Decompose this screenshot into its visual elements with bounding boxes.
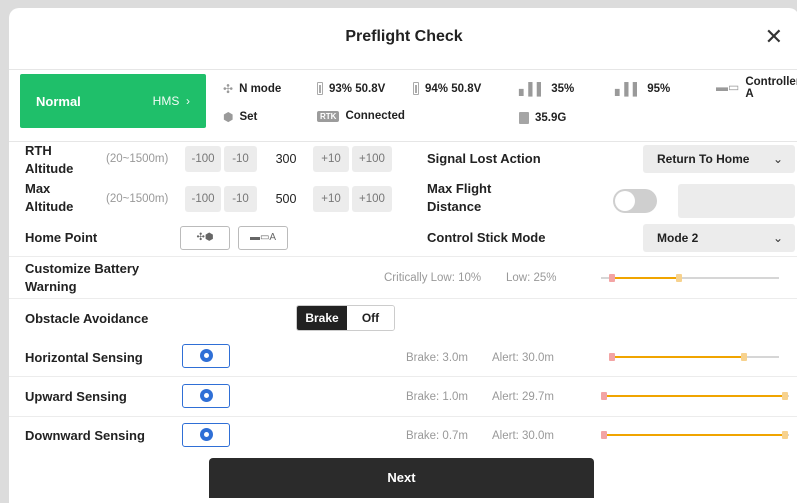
critical-low-handle[interactable] [609,274,615,282]
signal-bars-icon: ▖▌▌ [519,82,546,96]
sd-card-icon [519,112,529,124]
toggle-knob [615,191,635,211]
hms-label: HMS › [152,94,190,108]
chevron-down-icon: ⌄ [772,231,783,245]
brake-option[interactable]: Brake [297,306,347,330]
upward-sensing-slider[interactable] [601,390,789,402]
upward-alert-value: Alert: 29.7m [492,391,554,403]
max-flight-distance-toggle[interactable] [613,189,657,213]
title-bar: Preflight Check ✕ [9,8,797,70]
horizontal-sensing-slider[interactable] [609,351,779,363]
obstacle-avoidance-switch: Brake Off [296,305,395,331]
battery-icon [317,82,323,95]
slider-fill [612,356,744,358]
battery-warning-slider[interactable] [601,272,779,284]
downward-alert-value: Alert: 30.0m [492,430,554,442]
rth-minus-100-button[interactable]: -100 [185,146,221,172]
low-value: Low: 25% [506,272,557,284]
next-button[interactable]: Next [209,458,594,498]
storage-status: 35.9G [519,112,566,124]
horizontal-sensing-button[interactable] [182,344,230,368]
controller-status: ▬▭ Controller A [716,76,797,100]
location-pin-icon: ⬢ [223,110,234,124]
status-area: Normal HMS › ✣ N mode ⬢ Set 93% 50.8V RT… [9,70,797,142]
aircraft-battery-status: 93% 50.8V [317,82,385,95]
max-altitude-label: Max Altitude [25,181,74,214]
max-altitude-range: (20~1500m) [106,193,169,205]
battery-warning-label: Customize Battery Warning [25,261,140,294]
divider [9,298,797,299]
rth-altitude-label: RTH Altitude [25,143,74,176]
divider [9,376,797,377]
obstacle-avoidance-label: Obstacle Avoidance [25,311,149,326]
hms-status-button[interactable]: Normal HMS › [20,74,206,128]
max-alt-minus-10-button[interactable]: -10 [224,186,257,212]
alert-handle[interactable] [741,353,747,361]
home-point-label: Home Point [25,230,98,245]
control-stick-mode-label: Control Stick Mode [427,230,546,245]
max-flight-distance-input[interactable] [678,184,795,218]
rc-battery-status: 94% 50.8V [413,82,481,95]
divider [9,416,797,417]
slider-fill [604,395,784,397]
rth-plus-100-button[interactable]: +100 [352,146,392,172]
close-icon[interactable]: ✕ [765,22,783,52]
alert-handle[interactable] [782,392,788,400]
radar-icon [200,389,213,402]
status-mode-label: Normal [36,94,81,109]
horizontal-sensing-label: Horizontal Sensing [25,350,143,365]
downward-sensing-label: Downward Sensing [25,428,145,443]
signal-lost-action-label: Signal Lost Action [427,151,541,166]
battery-icon [413,82,419,95]
max-alt-plus-100-button[interactable]: +100 [352,186,392,212]
critical-low-value: Critically Low: 10% [384,272,482,284]
max-altitude-value[interactable]: 500 [263,186,309,212]
max-flight-distance-label: Max Flight Distance [427,181,492,214]
divider [9,256,797,257]
rth-altitude-value[interactable]: 300 [263,146,309,172]
controller-icon: ▬▭ [716,80,740,94]
rth-plus-10-button[interactable]: +10 [313,146,349,172]
aircraft-location-icon: ✣⬢ [196,232,214,243]
downward-sensing-slider[interactable] [601,429,789,441]
page-title: Preflight Check [345,28,463,45]
brake-handle[interactable] [609,353,615,361]
radar-icon [200,349,213,362]
rth-minus-10-button[interactable]: -10 [224,146,257,172]
controller-icon: ▬▭ [249,232,270,243]
slider-fill [612,277,679,279]
chevron-right-icon: › [186,94,190,108]
signal-status-2: ▖▌▌ 95% [615,82,671,96]
set-home-controller-button[interactable]: ▬▭A [238,226,288,250]
flight-mode-status: ✣ N mode [223,82,282,96]
rtk-icon: RTK [317,110,340,122]
max-alt-plus-10-button[interactable]: +10 [313,186,349,212]
radar-icon [200,428,213,441]
control-stick-mode-select[interactable]: Mode 2 ⌄ [643,224,795,252]
horizontal-alert-value: Alert: 30.0m [492,352,554,364]
signal-status-1: ▖▌▌ 35% [519,82,575,96]
preflight-check-panel: Preflight Check ✕ Normal HMS › ✣ N mode … [9,8,797,503]
home-point-status: ⬢ Set [223,110,258,124]
upward-sensing-button[interactable] [182,384,230,408]
brake-handle[interactable] [601,431,607,439]
low-handle[interactable] [676,274,682,282]
signal-lost-action-select[interactable]: Return To Home ⌄ [643,145,795,173]
alert-handle[interactable] [782,431,788,439]
max-alt-minus-100-button[interactable]: -100 [185,186,221,212]
horizontal-brake-value: Brake: 3.0m [406,352,468,364]
aircraft-icon: ✣ [223,82,234,96]
downward-brake-value: Brake: 0.7m [406,430,468,442]
upward-sensing-label: Upward Sensing [25,389,127,404]
chevron-down-icon: ⌄ [772,152,783,166]
rtk-status: RTK Connected [317,110,405,122]
upward-brake-value: Brake: 1.0m [406,391,468,403]
set-home-aircraft-button[interactable]: ✣⬢ [180,226,230,250]
brake-handle[interactable] [601,392,607,400]
slider-fill [604,434,784,436]
off-option[interactable]: Off [347,306,394,330]
downward-sensing-button[interactable] [182,423,230,447]
rth-range: (20~1500m) [106,153,169,165]
signal-bars-icon: ▖▌▌ [615,82,642,96]
